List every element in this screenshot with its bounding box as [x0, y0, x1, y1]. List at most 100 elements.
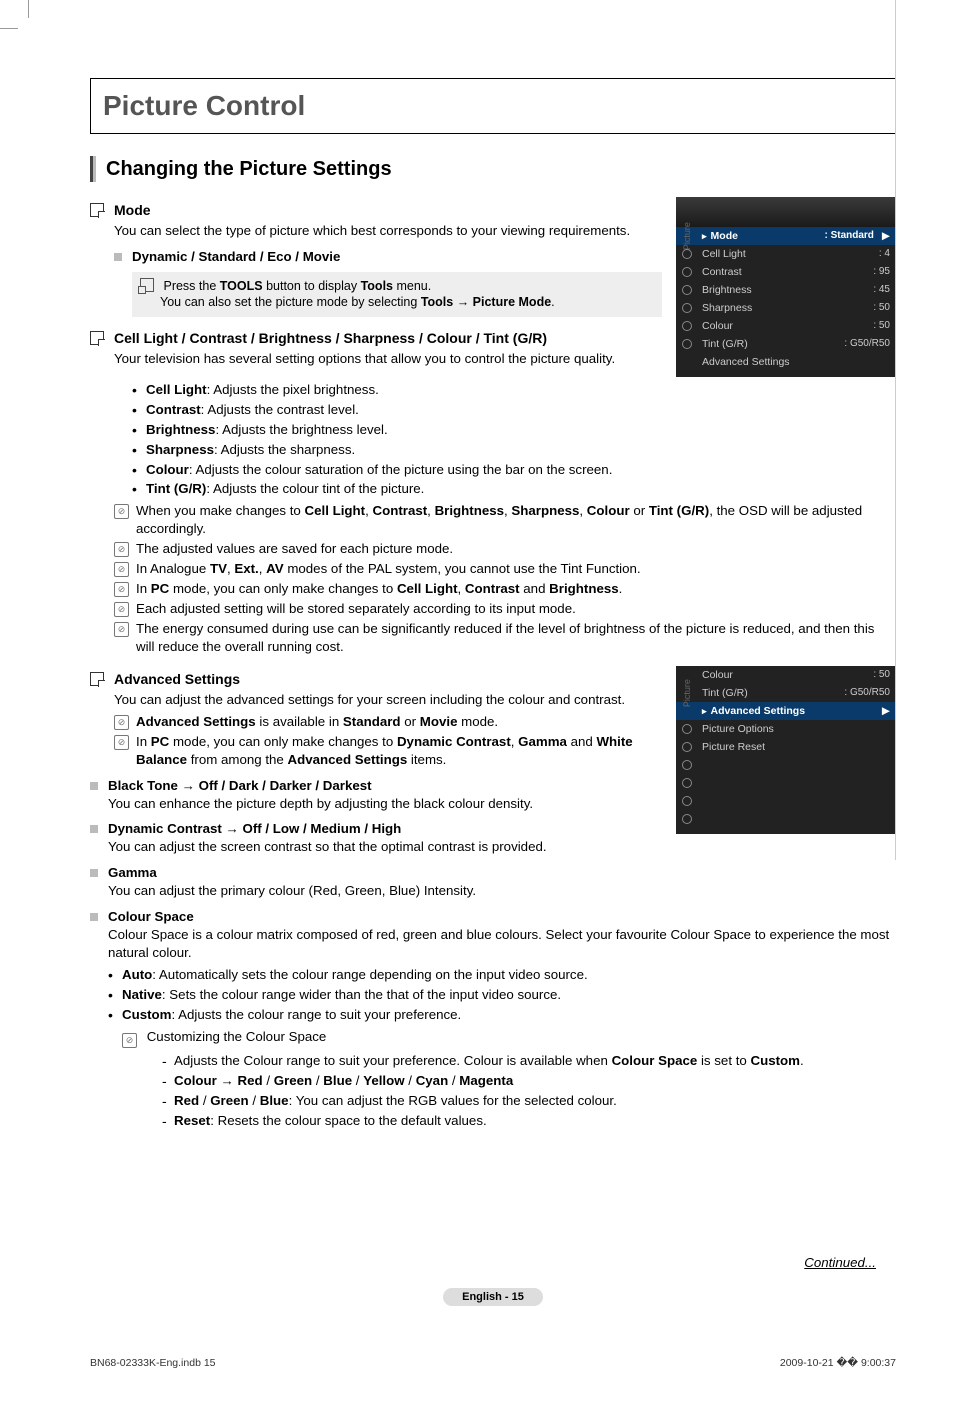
tools-icon: [140, 278, 154, 292]
black-tone-row: Black Tone → Off / Dark / Darker / Darke…: [90, 777, 662, 813]
note-text: The adjusted values are saved for each p…: [136, 541, 453, 556]
note-text: Customizing the Colour Space: [147, 1029, 327, 1044]
osd-side-label: Picture: [681, 679, 693, 707]
bullet-text: : Adjusts the colour range to suit your …: [172, 1007, 462, 1022]
osd-row-value: : Standard: [824, 229, 873, 243]
mode-sub-row: Dynamic / Standard / Eco / Movie: [114, 248, 662, 266]
tools-line2-a: You can also set the picture mode by sel…: [160, 295, 421, 309]
params-heading-row: Cell Light / Contrast / Brightness / Sha…: [90, 329, 662, 348]
note-text: mode.: [457, 714, 498, 729]
checkbox-icon: [90, 672, 104, 686]
osd-row-value: : 50: [873, 301, 890, 315]
dash-bold: Red: [174, 1093, 199, 1108]
note-text: The energy consumed during use can be si…: [136, 621, 874, 654]
note-bold: Movie: [420, 714, 458, 729]
osd-row-label: Picture Reset: [698, 740, 890, 754]
osd-row-label: Contrast: [698, 265, 873, 279]
checkbox-icon: [90, 331, 104, 345]
osd-row-label: Brightness: [698, 283, 873, 297]
dash-bold: Custom: [751, 1053, 801, 1068]
mode-sub: Dynamic / Standard / Eco / Movie: [132, 248, 340, 266]
dash-text: is set to: [697, 1053, 750, 1068]
gamma-heading: Gamma: [108, 864, 476, 882]
tools-line2-c: →: [453, 295, 472, 309]
osd-row-label: Advanced Settings: [698, 355, 890, 369]
note-text: is available in: [256, 714, 343, 729]
bullet-label: Custom: [122, 1007, 172, 1022]
dash-text: /: [405, 1073, 416, 1088]
page-title: Picture Control: [103, 87, 883, 125]
note-bold: Colour: [587, 503, 630, 518]
note-bold: Tint (G/R): [649, 503, 709, 518]
bullet-label: Tint (G/R): [146, 481, 206, 496]
dash-bold: Green: [274, 1073, 312, 1088]
note-text: modes of the PAL system, you cannot use …: [284, 561, 641, 576]
osd-side-icon: [682, 321, 692, 331]
bullet-label: Brightness: [146, 422, 215, 437]
bullet-text: : Adjusts the colour tint of the picture…: [206, 481, 424, 496]
note-bold: Gamma: [518, 734, 567, 749]
osd-side-icon: [682, 760, 692, 770]
note-icon: [114, 562, 129, 577]
note-text: ,: [365, 503, 372, 518]
note-text: When you make changes to: [136, 503, 305, 518]
bullet-label: Contrast: [146, 402, 201, 417]
section-bar-icon: [90, 156, 96, 182]
bullet-text: : Automatically sets the colour range de…: [152, 967, 587, 982]
tools-line2-b: Tools: [421, 295, 453, 309]
osd-picture-mode: Picture Mode : Standard ▶ Cell Light: 4 …: [676, 197, 896, 377]
osd-side-icon: [682, 814, 692, 824]
osd-row-label: Picture Options: [698, 722, 890, 736]
dash-text: /: [352, 1073, 363, 1088]
note-bold: PC: [151, 734, 169, 749]
osd-row-label: Tint (G/R): [698, 686, 844, 700]
note-text: .: [619, 581, 623, 596]
note-bold: AV: [266, 561, 284, 576]
section-heading: Changing the Picture Settings: [90, 156, 896, 183]
mode-desc: You can select the type of picture which…: [114, 222, 662, 240]
osd-row-value: : 50: [873, 319, 890, 333]
tools-line1-e: menu.: [393, 279, 431, 293]
checkbox-icon: [90, 203, 104, 217]
dash-text: →: [217, 1073, 238, 1088]
osd-row-value: : 50: [873, 668, 890, 682]
note-icon: [114, 735, 129, 750]
tools-line1-a: Press the: [163, 279, 219, 293]
osd-row-value: : 45: [873, 283, 890, 297]
bullet-label: Colour: [146, 462, 189, 477]
osd-side-icon: [682, 778, 692, 788]
page-title-box: Picture Control: [90, 78, 896, 134]
note-bold: PC: [151, 581, 169, 596]
dash-bold: Yellow: [363, 1073, 404, 1088]
note-bold: Brightness: [549, 581, 618, 596]
bullet-label: Native: [122, 987, 162, 1002]
gamma-desc: You can adjust the primary colour (Red, …: [108, 882, 476, 900]
osd-side-label: Picture: [681, 222, 693, 250]
bullet-label: Auto: [122, 967, 152, 982]
osd-side-icon: [682, 724, 692, 734]
arrow-right-icon: ▶: [882, 704, 890, 718]
osd-row-label: Colour: [698, 668, 873, 682]
advanced-heading-row: Advanced Settings: [90, 670, 662, 689]
dash-bold: Red: [238, 1073, 263, 1088]
note-bold: Advanced Settings: [288, 752, 408, 767]
dash-bold: Reset: [174, 1113, 210, 1128]
square-bullet-icon: [90, 825, 98, 833]
dynamic-contrast-desc: You can adjust the screen contrast so th…: [108, 838, 547, 856]
note-text: or: [401, 714, 420, 729]
dash-text: /: [448, 1073, 459, 1088]
note-text: ,: [579, 503, 586, 518]
osd-row-value: : G50/R50: [844, 686, 890, 700]
note-text: In: [136, 581, 151, 596]
osd-row-label: Tint (G/R): [698, 337, 844, 351]
note-text: In: [136, 734, 151, 749]
dash-bold: Blue: [260, 1093, 289, 1108]
dash-bold: Green: [210, 1093, 248, 1108]
osd-row-value: : G50/R50: [844, 337, 890, 351]
note-text: In Analogue: [136, 561, 210, 576]
note-bold: Standard: [343, 714, 401, 729]
arrow-right-icon: ▶: [882, 229, 890, 243]
note-icon: [114, 622, 129, 637]
dash-text: /: [263, 1073, 274, 1088]
continued-label: Continued...: [90, 1254, 876, 1272]
